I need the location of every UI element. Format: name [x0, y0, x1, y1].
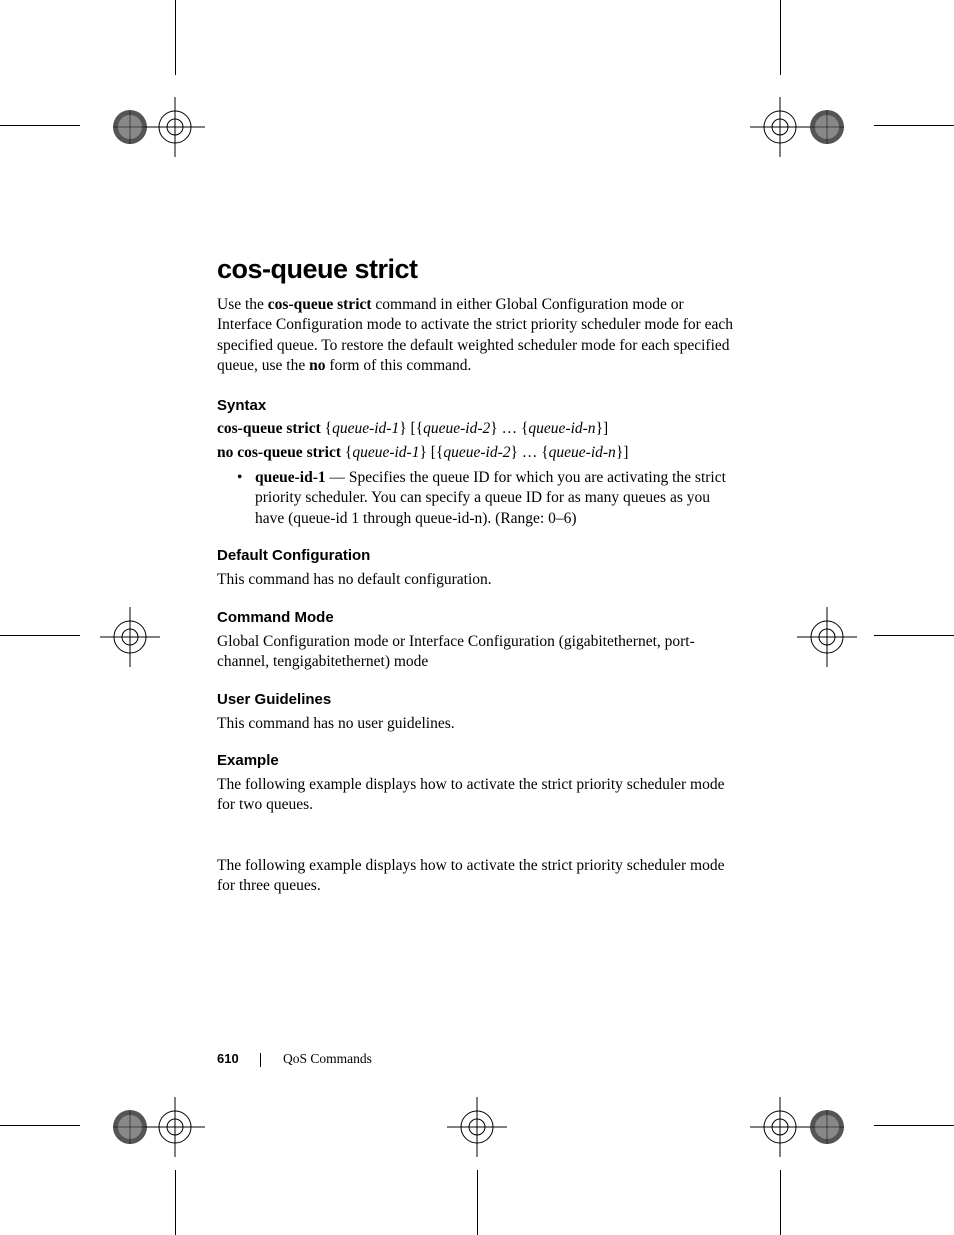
syntax-bullet-list: queue-id-1 — Specifies the queue ID for …	[217, 468, 737, 529]
bullet-label: queue-id-1	[255, 469, 326, 486]
cropmark	[175, 0, 176, 75]
registration-mark-icon	[792, 1092, 862, 1162]
footer-section-name: QoS Commands	[283, 1051, 372, 1066]
example-heading: Example	[217, 752, 737, 769]
syntax-bullet-item: queue-id-1 — Specifies the queue ID for …	[237, 468, 737, 529]
intro-paragraph: Use the cos-queue strict command in eith…	[217, 295, 737, 377]
page-title: cos-queue strict	[217, 254, 737, 285]
bullet-desc: — Specifies the queue ID for which you a…	[255, 469, 726, 527]
syntax-arg: queue-id-2	[423, 420, 490, 437]
cropmark	[874, 125, 954, 126]
syntax-line-2: no cos-queue strict {queue-id-1} [{queue…	[217, 444, 737, 462]
syntax-cmd-1: cos-queue strict	[217, 420, 321, 437]
syntax-heading: Syntax	[217, 397, 737, 414]
default-config-heading: Default Configuration	[217, 547, 737, 564]
user-guidelines-heading: User Guidelines	[217, 691, 737, 708]
intro-text-3: form of this command.	[325, 357, 471, 374]
user-guidelines-text: This command has no user guidelines.	[217, 714, 737, 734]
example-text-2: The following example displays how to ac…	[217, 856, 737, 897]
page-content: cos-queue strict Use the cos-queue stric…	[217, 254, 737, 911]
syntax-cmd-2: no cos-queue strict	[217, 444, 341, 461]
registration-mark-icon	[442, 1092, 512, 1162]
syntax-arg: queue-id-2	[443, 444, 510, 461]
cropmark	[0, 635, 80, 636]
cropmark	[0, 1125, 80, 1126]
registration-mark-icon	[792, 602, 862, 672]
registration-mark-icon	[140, 92, 210, 162]
intro-text-1: Use the	[217, 296, 268, 313]
registration-mark-icon	[95, 602, 165, 672]
page-number: 610	[217, 1051, 239, 1066]
example-text-1: The following example displays how to ac…	[217, 775, 737, 816]
syntax-arg: queue-id-1	[352, 444, 419, 461]
registration-mark-icon	[792, 92, 862, 162]
cropmark	[175, 1170, 176, 1235]
command-mode-heading: Command Mode	[217, 609, 737, 626]
cropmark	[780, 1170, 781, 1235]
cropmark	[874, 635, 954, 636]
command-mode-text: Global Configuration mode or Interface C…	[217, 632, 737, 673]
intro-bold-1: cos-queue strict	[268, 296, 372, 313]
registration-mark-icon	[140, 1092, 210, 1162]
cropmark	[780, 0, 781, 75]
footer-separator	[260, 1053, 261, 1067]
cropmark	[477, 1170, 478, 1235]
syntax-arg: queue-id-n	[549, 444, 616, 461]
cropmark	[0, 125, 80, 126]
intro-bold-2: no	[309, 357, 325, 374]
syntax-arg: queue-id-n	[528, 420, 595, 437]
syntax-line-1: cos-queue strict {queue-id-1} [{queue-id…	[217, 420, 737, 438]
cropmark	[874, 1125, 954, 1126]
default-config-text: This command has no default configuratio…	[217, 570, 737, 590]
page-footer: 610 QoS Commands	[217, 1051, 372, 1067]
syntax-arg: queue-id-1	[332, 420, 399, 437]
